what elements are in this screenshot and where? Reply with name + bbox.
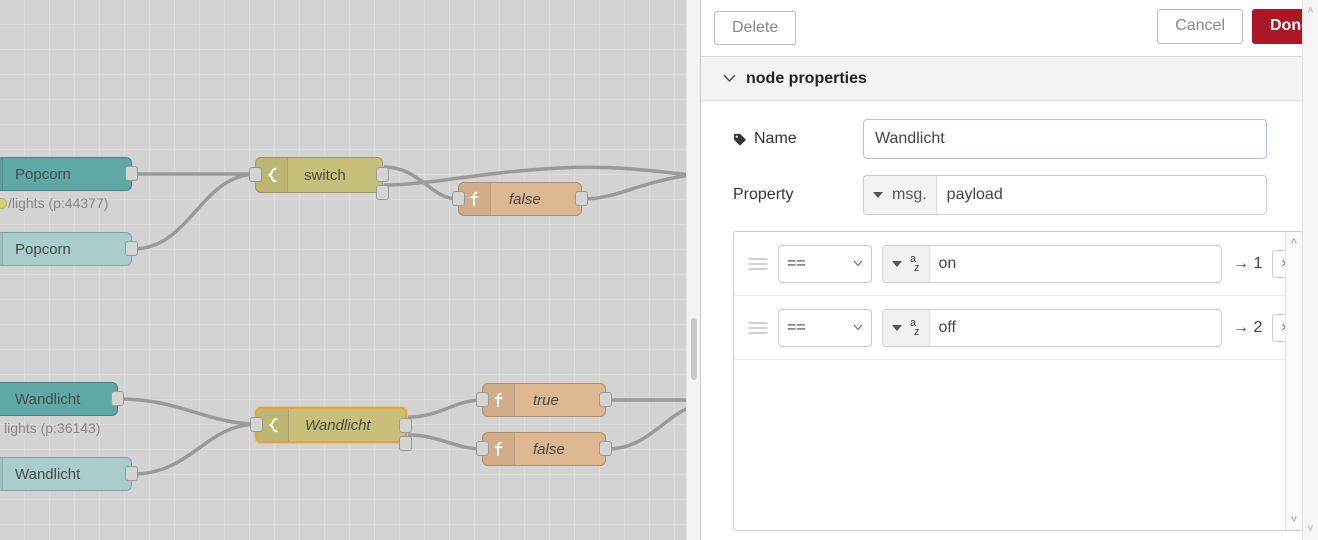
chevron-down-icon <box>873 192 883 198</box>
node-function-false-bottom[interactable]: false <box>476 432 612 466</box>
rule-value-type-select[interactable]: az <box>883 309 930 346</box>
property-type-select[interactable]: msg. <box>864 176 937 214</box>
canvas-scrollbar-thumb[interactable] <box>691 318 697 380</box>
rule-row[interactable]: == az on → 1 × <box>734 232 1302 296</box>
drag-handle-icon[interactable] <box>748 257 768 270</box>
node-status-label: lights (p:36143) <box>4 420 101 436</box>
dialog-action-buttons: Cancel Done <box>1157 9 1318 44</box>
delete-button[interactable]: Delete <box>714 10 797 46</box>
node-mqtt-in-wandlicht[interactable]: Wandlicht <box>0 382 124 416</box>
rule-value[interactable]: on <box>930 255 1222 273</box>
node-label: Wandlicht <box>15 390 81 408</box>
name-input[interactable] <box>863 119 1267 159</box>
node-output-port[interactable] <box>125 166 138 181</box>
rules-container: == az on → 1 × <box>733 231 1303 531</box>
cancel-button[interactable]: Cancel <box>1157 9 1243 44</box>
flow-canvas[interactable]: Popcorn /lights (p:44377) Popcorn switch <box>0 0 700 540</box>
node-input-port[interactable] <box>452 191 465 206</box>
node-function-false-top[interactable]: false <box>452 182 588 216</box>
canvas-scrollbar[interactable] <box>686 0 700 540</box>
node-output-port-1[interactable] <box>399 418 412 433</box>
drag-handle-icon[interactable] <box>748 321 768 334</box>
rule-output-number: → 1 <box>1233 254 1263 272</box>
node-label: switch <box>304 166 346 184</box>
node-output-port[interactable] <box>575 191 588 206</box>
node-label: true <box>533 391 559 409</box>
section-title: node properties <box>746 69 867 87</box>
node-mqtt-out-popcorn[interactable]: Popcorn <box>0 232 138 266</box>
node-output-port-2[interactable] <box>399 436 412 451</box>
property-type-label: msg. <box>892 186 927 203</box>
node-status-dot <box>0 198 7 209</box>
node-label: Popcorn <box>15 240 71 258</box>
node-edit-dialog: Delete Cancel Done node properties Name … <box>700 0 1318 540</box>
node-output-port-2[interactable] <box>376 185 389 200</box>
node-mqtt-in-popcorn[interactable]: Popcorn <box>0 157 138 191</box>
scroll-down-icon[interactable]: ˅ <box>1307 523 1313 535</box>
node-label: Wandlicht <box>15 465 81 483</box>
scroll-up-icon[interactable]: ˄ <box>1291 236 1297 248</box>
node-output-port[interactable] <box>599 392 612 407</box>
rule-value-type-select[interactable]: az <box>883 245 930 282</box>
node-switch-wandlicht[interactable]: Wandlicht <box>250 407 412 451</box>
node-output-port-1[interactable] <box>376 167 389 182</box>
dialog-body: Name Property msg. payload <box>701 101 1318 531</box>
scroll-down-icon[interactable]: ˅ <box>1291 514 1297 526</box>
string-type-icon: az <box>910 252 920 274</box>
rule-output-number: → 2 <box>1233 318 1263 336</box>
rule-operator-select[interactable]: == <box>778 308 872 347</box>
chevron-down-icon <box>853 258 863 270</box>
chevron-down-icon[interactable] <box>723 72 736 85</box>
property-label: Property <box>733 186 794 203</box>
rules-scrollbar[interactable]: ˄ ˅ <box>1285 232 1302 530</box>
property-value[interactable]: payload <box>937 186 1266 204</box>
property-label-group: Property <box>733 186 863 204</box>
node-switch-switch[interactable]: switch <box>249 157 389 200</box>
node-function-true[interactable]: true <box>476 383 612 417</box>
property-typed-input[interactable]: msg. payload <box>863 175 1267 215</box>
property-form-row: Property msg. payload <box>701 175 1318 215</box>
rule-operator-value: == <box>787 318 806 336</box>
rule-value[interactable]: off <box>930 319 1222 337</box>
node-input-port[interactable] <box>476 441 489 456</box>
node-input-port[interactable] <box>249 167 262 182</box>
node-input-port[interactable] <box>476 392 489 407</box>
rule-row[interactable]: == az off → 2 × <box>734 296 1302 360</box>
node-output-port[interactable] <box>125 466 138 481</box>
chevron-down-icon <box>892 324 902 331</box>
node-mqtt-out-wandlicht[interactable]: Wandlicht <box>0 457 138 491</box>
rule-value-typed-input[interactable]: az off <box>882 308 1222 347</box>
dialog-toolbar: Delete Cancel Done <box>701 0 1318 57</box>
string-type-icon: az <box>910 316 920 338</box>
node-label: false <box>533 440 565 458</box>
node-output-port[interactable] <box>125 241 138 256</box>
chevron-down-icon <box>892 260 902 267</box>
rule-operator-select[interactable]: == <box>778 244 872 283</box>
node-status-label: /lights (p:44377) <box>8 195 109 211</box>
tag-icon <box>733 133 747 146</box>
node-label: Popcorn <box>15 165 71 183</box>
rule-value-typed-input[interactable]: az on <box>882 244 1222 283</box>
node-output-port[interactable] <box>111 391 124 406</box>
name-form-row: Name <box>701 119 1318 159</box>
node-red-editor: Popcorn /lights (p:44377) Popcorn switch <box>0 0 1318 540</box>
dialog-scrollbar[interactable]: ˄ ˅ <box>1302 0 1318 540</box>
scroll-up-icon[interactable]: ˄ <box>1307 5 1313 17</box>
node-label: false <box>509 190 541 208</box>
node-properties-section-header[interactable]: node properties <box>701 57 1318 101</box>
chevron-down-icon <box>853 322 863 334</box>
node-input-port[interactable] <box>250 417 263 432</box>
name-label-group: Name <box>733 130 863 148</box>
rule-operator-value: == <box>787 254 806 272</box>
node-label: Wandlicht <box>305 416 371 434</box>
name-label: Name <box>754 130 797 147</box>
node-output-port[interactable] <box>599 441 612 456</box>
